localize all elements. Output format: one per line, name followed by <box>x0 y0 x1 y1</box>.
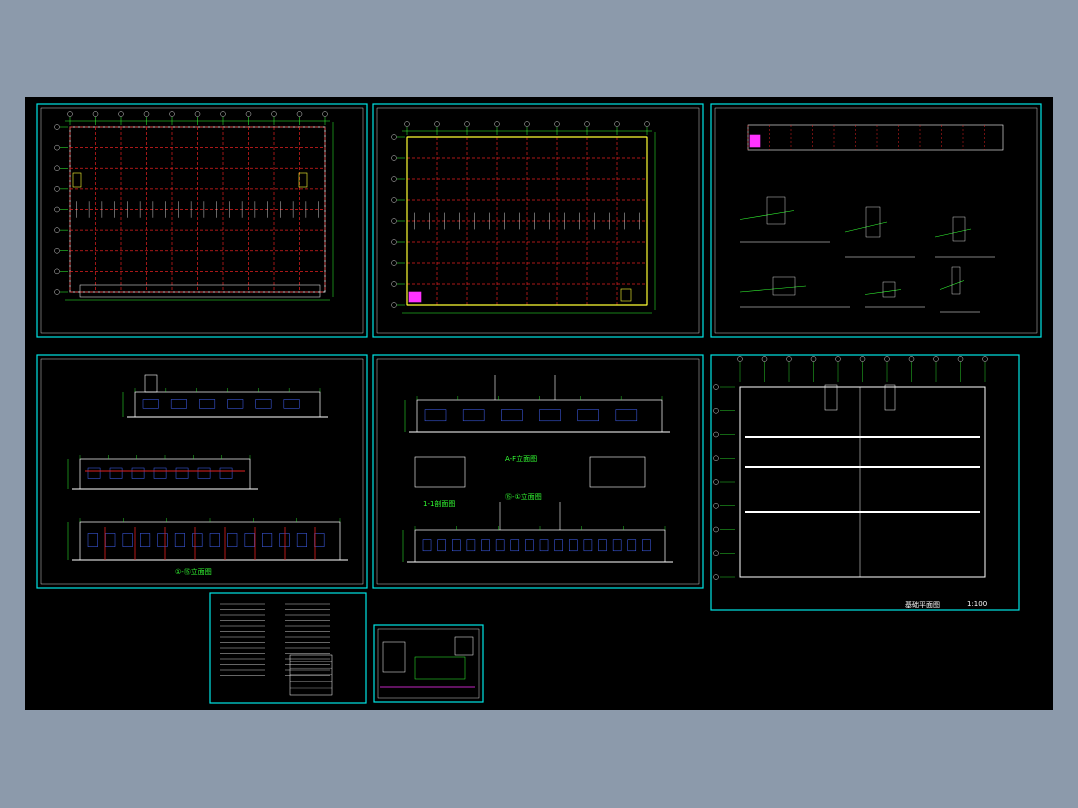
cad-viewport[interactable]: 基础平面图 1:100 ①-⑮立面图 A-F立面图 ⑮-①立面图 1-1剖面图 <box>25 97 1053 710</box>
sheet-ground-floor-plan <box>36 103 368 338</box>
foundation-plan-title: 基础平面图 <box>905 601 940 609</box>
elevation-title-3: ⑮-①立面图 <box>505 493 542 501</box>
sheet-small-details <box>373 624 484 703</box>
elevation-title-2: A-F立面图 <box>505 455 538 463</box>
cad-drawing-canvas <box>36 103 1042 704</box>
foundation-plan-scale: 1:100 <box>967 600 988 608</box>
sheet-section-details <box>710 103 1042 338</box>
section-title: 1-1剖面图 <box>423 500 456 508</box>
sheet-elevations-a <box>36 354 368 589</box>
sheet-roof-plan <box>372 103 704 338</box>
elevation-title-1: ①-⑮立面图 <box>175 568 212 576</box>
sheet-design-notes <box>209 592 367 704</box>
sheet-foundation-plan <box>710 354 1020 611</box>
sheet-elevations-b <box>372 354 704 589</box>
